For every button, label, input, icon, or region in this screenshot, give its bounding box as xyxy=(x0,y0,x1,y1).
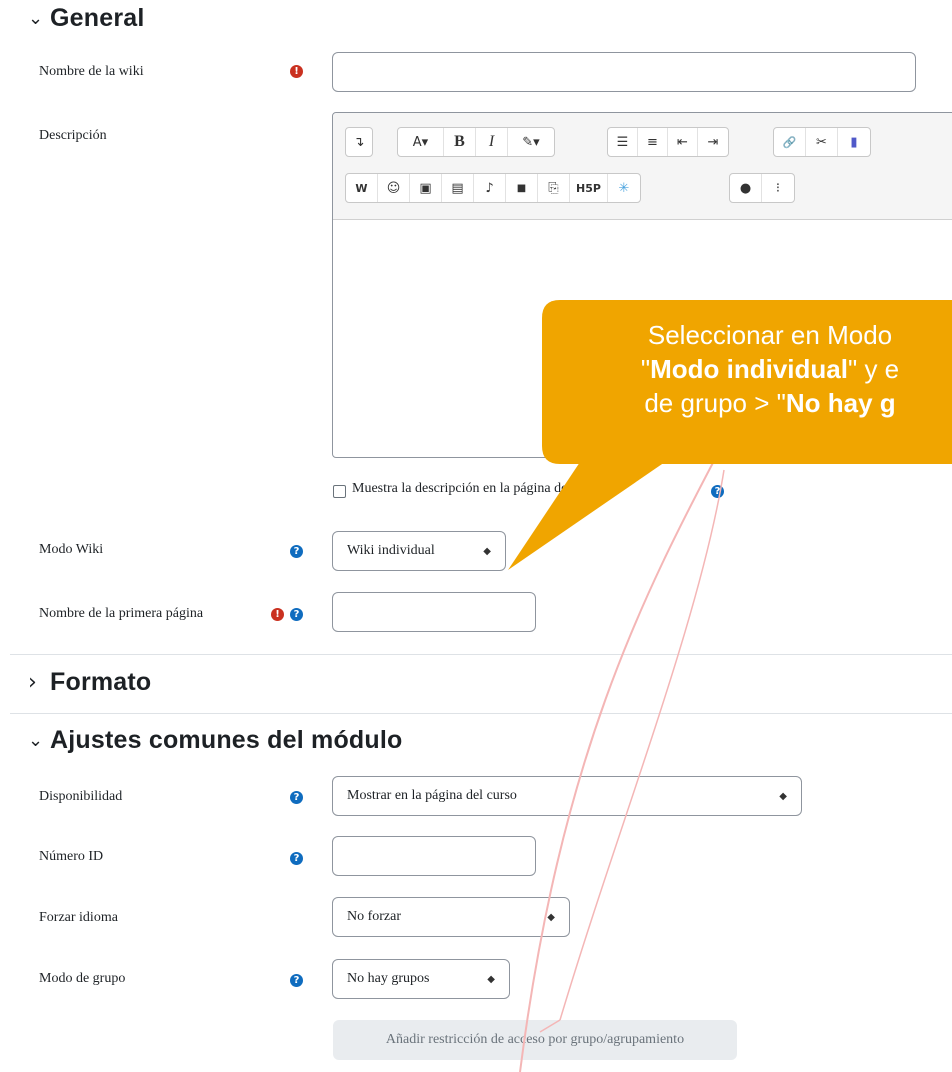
callout-line-3: de grupo > "No hay g xyxy=(644,388,896,418)
curved-arrow-line xyxy=(559,469,725,1021)
callout-line-2: "Modo individual" y e xyxy=(640,354,900,384)
callout-pointer xyxy=(508,462,665,570)
callout-line-1: Seleccionar en Modo xyxy=(647,320,893,350)
arrow-head xyxy=(539,1019,561,1033)
annotation-overlay xyxy=(508,300,952,1072)
callout-text: Seleccionar en Modo "Modo individual" y … xyxy=(560,318,952,420)
